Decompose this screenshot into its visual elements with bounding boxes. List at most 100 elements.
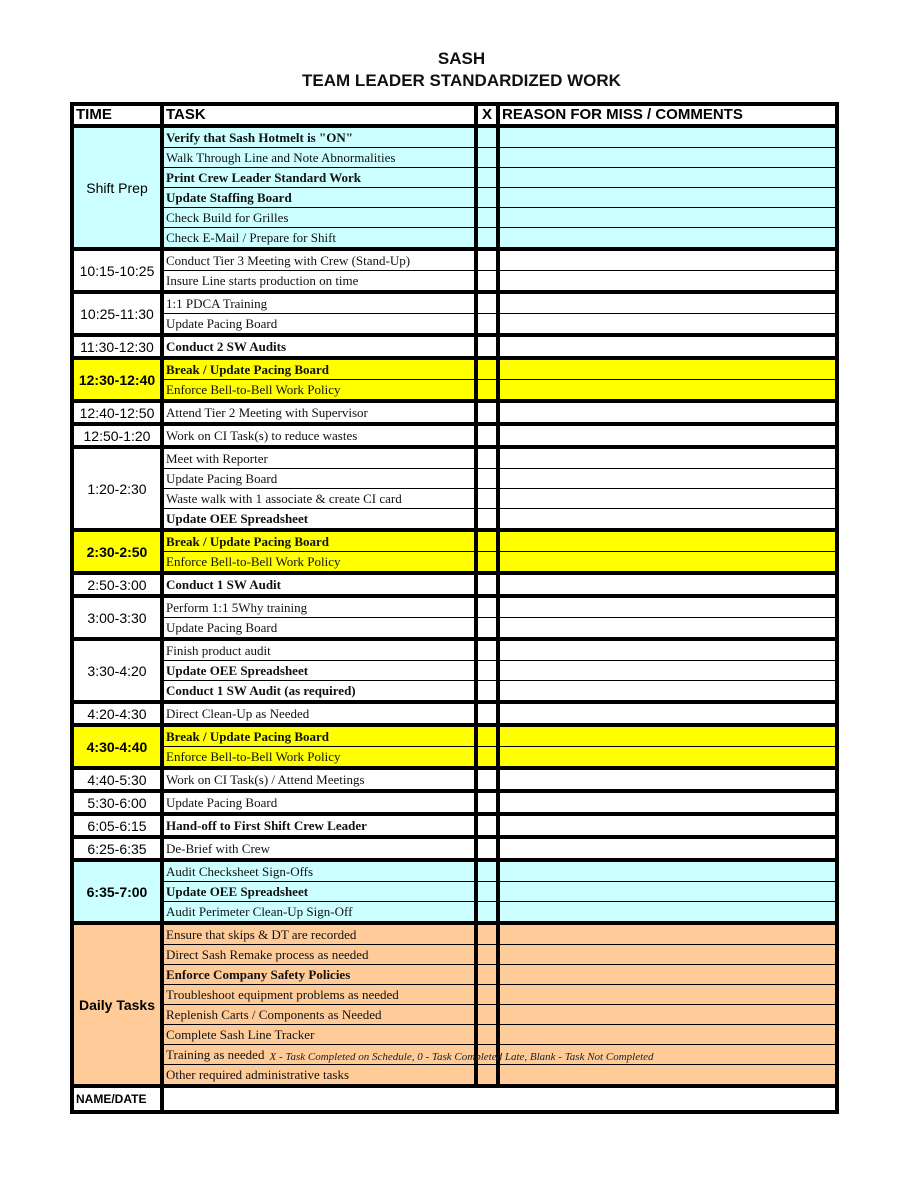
comment-cell[interactable] bbox=[498, 358, 837, 380]
time-slot: 12:40-12:50 bbox=[72, 401, 164, 426]
task-row: 6:25-6:35 De-Brief with Crew bbox=[72, 837, 837, 862]
comment-cell[interactable] bbox=[498, 447, 837, 469]
completion-mark-cell[interactable] bbox=[476, 424, 500, 449]
completion-mark-cell[interactable] bbox=[476, 881, 500, 902]
completion-mark-cell[interactable] bbox=[476, 227, 500, 251]
completion-mark-cell[interactable] bbox=[476, 126, 500, 148]
completion-mark-cell[interactable] bbox=[476, 530, 500, 552]
comment-cell[interactable] bbox=[498, 270, 837, 294]
completion-mark-cell[interactable] bbox=[476, 187, 500, 208]
task-row: 4:20-4:30 Direct Clean-Up as Needed bbox=[72, 702, 837, 727]
completion-mark-cell[interactable] bbox=[476, 860, 500, 882]
name-date-field[interactable] bbox=[162, 1086, 837, 1112]
completion-mark-cell[interactable] bbox=[476, 207, 500, 228]
comment-cell[interactable] bbox=[498, 881, 837, 902]
completion-mark-cell[interactable] bbox=[476, 401, 500, 426]
comment-cell[interactable] bbox=[498, 207, 837, 228]
task-text: Insure Line starts production on time bbox=[162, 270, 478, 294]
comment-cell[interactable] bbox=[498, 292, 837, 314]
comment-cell[interactable] bbox=[498, 401, 837, 426]
comment-cell[interactable] bbox=[498, 639, 837, 661]
comment-cell[interactable] bbox=[498, 508, 837, 532]
comment-cell[interactable] bbox=[498, 923, 837, 945]
completion-mark-cell[interactable] bbox=[476, 551, 500, 575]
comment-cell[interactable] bbox=[498, 530, 837, 552]
completion-mark-cell[interactable] bbox=[476, 573, 500, 598]
completion-mark-cell[interactable] bbox=[476, 1004, 500, 1025]
task-row: 5:30-6:00 Update Pacing Board bbox=[72, 791, 837, 816]
comment-cell[interactable] bbox=[498, 901, 837, 925]
completion-mark-cell[interactable] bbox=[476, 488, 500, 509]
task-row: 3:00-3:30 Perform 1:1 5Why training bbox=[72, 596, 837, 641]
comment-cell[interactable] bbox=[498, 680, 837, 704]
completion-mark-cell[interactable] bbox=[476, 596, 500, 618]
completion-mark-cell[interactable] bbox=[476, 814, 500, 839]
comment-cell[interactable] bbox=[498, 984, 837, 1005]
comment-cell[interactable] bbox=[498, 187, 837, 208]
completion-mark-cell[interactable] bbox=[476, 1024, 500, 1045]
comment-cell[interactable] bbox=[498, 313, 837, 337]
comment-cell[interactable] bbox=[498, 1064, 837, 1088]
comment-cell[interactable] bbox=[498, 227, 837, 251]
comment-cell[interactable] bbox=[498, 1004, 837, 1025]
completion-mark-cell[interactable] bbox=[476, 984, 500, 1005]
completion-mark-cell[interactable] bbox=[476, 292, 500, 314]
comment-cell[interactable] bbox=[498, 617, 837, 641]
comment-cell[interactable] bbox=[498, 167, 837, 188]
comment-cell[interactable] bbox=[498, 964, 837, 985]
comment-cell[interactable] bbox=[498, 791, 837, 816]
completion-mark-cell[interactable] bbox=[476, 746, 500, 770]
comment-cell[interactable] bbox=[498, 488, 837, 509]
completion-mark-cell[interactable] bbox=[476, 680, 500, 704]
completion-mark-cell[interactable] bbox=[476, 249, 500, 271]
completion-mark-cell[interactable] bbox=[476, 923, 500, 945]
comment-cell[interactable] bbox=[498, 379, 837, 403]
completion-mark-cell[interactable] bbox=[476, 702, 500, 727]
comment-cell[interactable] bbox=[498, 768, 837, 793]
comment-cell[interactable] bbox=[498, 573, 837, 598]
completion-mark-cell[interactable] bbox=[476, 944, 500, 965]
comment-cell[interactable] bbox=[498, 335, 837, 360]
time-slot: 2:30-2:50 bbox=[72, 530, 164, 575]
completion-mark-cell[interactable] bbox=[476, 468, 500, 489]
completion-mark-cell[interactable] bbox=[476, 508, 500, 532]
completion-mark-cell[interactable] bbox=[476, 660, 500, 681]
comment-cell[interactable] bbox=[498, 1024, 837, 1045]
completion-mark-cell[interactable] bbox=[476, 379, 500, 403]
comment-cell[interactable] bbox=[498, 702, 837, 727]
completion-mark-cell[interactable] bbox=[476, 167, 500, 188]
completion-mark-cell[interactable] bbox=[476, 358, 500, 380]
comment-cell[interactable] bbox=[498, 944, 837, 965]
completion-mark-cell[interactable] bbox=[476, 335, 500, 360]
comment-cell[interactable] bbox=[498, 551, 837, 575]
task-row: Conduct 1 SW Audit (as required) bbox=[72, 680, 837, 704]
completion-mark-cell[interactable] bbox=[476, 964, 500, 985]
comment-cell[interactable] bbox=[498, 596, 837, 618]
completion-mark-cell[interactable] bbox=[476, 1064, 500, 1088]
completion-mark-cell[interactable] bbox=[476, 901, 500, 925]
completion-mark-cell[interactable] bbox=[476, 768, 500, 793]
time-slot: 10:25-11:30 bbox=[72, 292, 164, 337]
comment-cell[interactable] bbox=[498, 814, 837, 839]
completion-mark-cell[interactable] bbox=[476, 639, 500, 661]
comment-cell[interactable] bbox=[498, 860, 837, 882]
comment-cell[interactable] bbox=[498, 126, 837, 148]
completion-mark-cell[interactable] bbox=[476, 447, 500, 469]
comment-cell[interactable] bbox=[498, 837, 837, 862]
comment-cell[interactable] bbox=[498, 249, 837, 271]
completion-mark-cell[interactable] bbox=[476, 791, 500, 816]
completion-mark-cell[interactable] bbox=[476, 313, 500, 337]
completion-mark-cell[interactable] bbox=[476, 270, 500, 294]
completion-mark-cell[interactable] bbox=[476, 837, 500, 862]
completion-mark-cell[interactable] bbox=[476, 617, 500, 641]
comment-cell[interactable] bbox=[498, 725, 837, 747]
task-text: Replenish Carts / Components as Needed bbox=[162, 1004, 478, 1025]
comment-cell[interactable] bbox=[498, 746, 837, 770]
comment-cell[interactable] bbox=[498, 147, 837, 168]
comment-cell[interactable] bbox=[498, 468, 837, 489]
comment-cell[interactable] bbox=[498, 424, 837, 449]
completion-mark-cell[interactable] bbox=[476, 147, 500, 168]
task-text: Break / Update Pacing Board bbox=[162, 530, 478, 552]
completion-mark-cell[interactable] bbox=[476, 725, 500, 747]
comment-cell[interactable] bbox=[498, 660, 837, 681]
